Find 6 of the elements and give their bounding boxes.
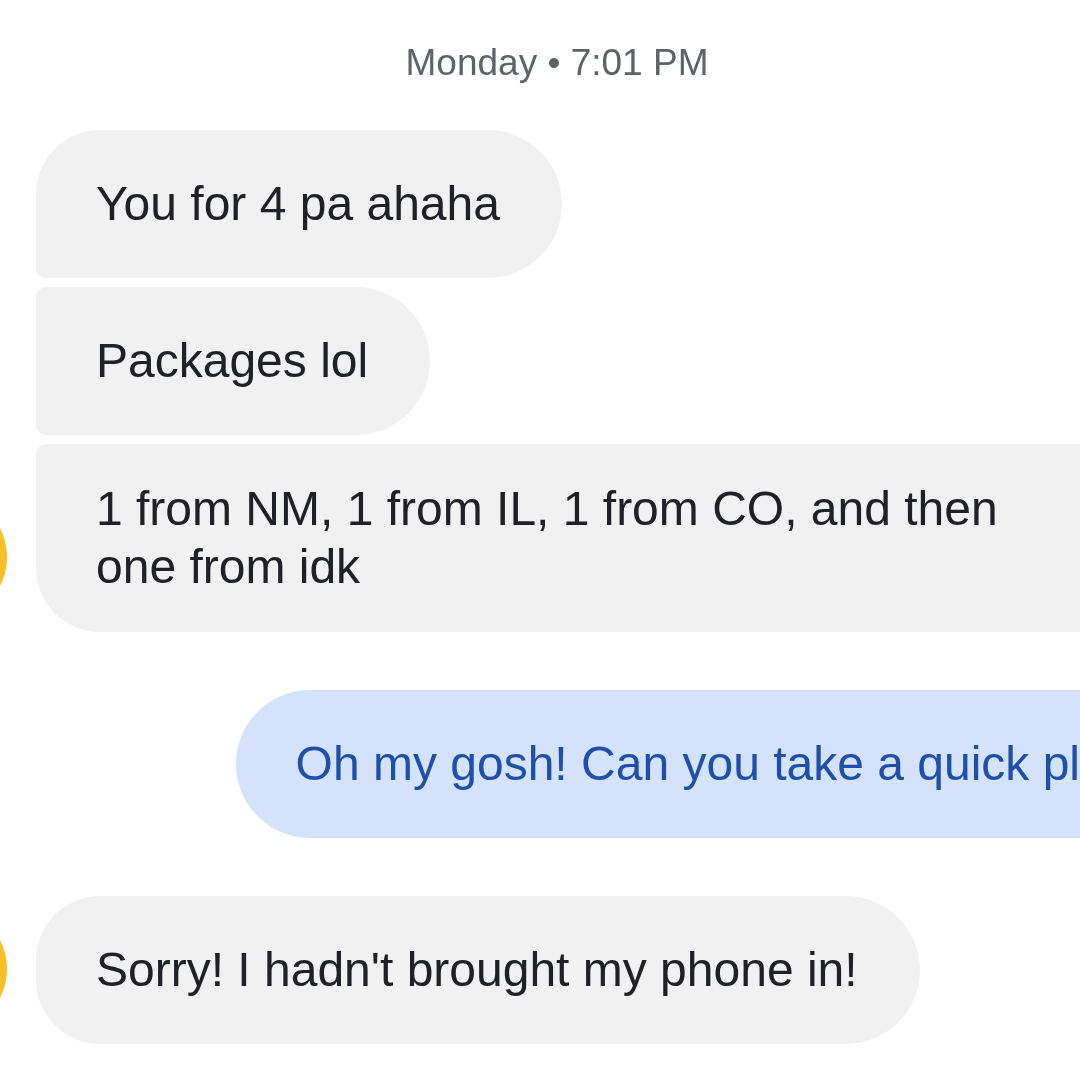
message-bubble: Sorry! I hadn't brought my phone in! bbox=[36, 896, 920, 1044]
message-bubble: You for 4 pa ahaha bbox=[36, 130, 562, 278]
message-bubble: Packages lol bbox=[36, 287, 431, 435]
message-bubble: Oh my gosh! Can you take a quick pl bbox=[235, 690, 1080, 838]
message-bubble: 1 from NM, 1 from IL, 1 from CO, and then one from idk bbox=[36, 444, 1080, 632]
timestamp-text: Monday • 7:01 PM bbox=[405, 41, 709, 85]
